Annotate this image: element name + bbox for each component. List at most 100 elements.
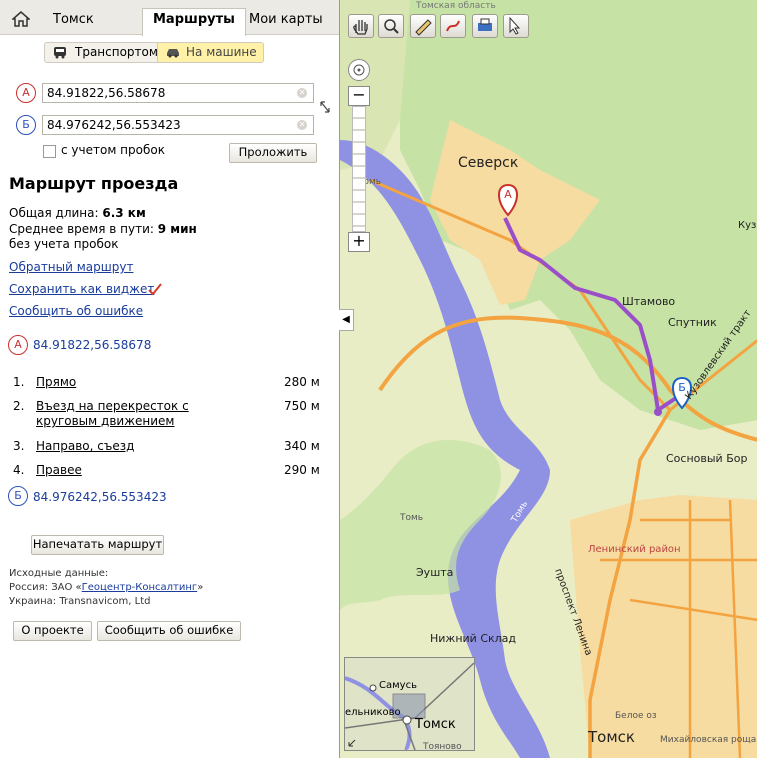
report-error-link[interactable]: Сообщить об ошибке: [9, 304, 143, 318]
car-icon: [167, 49, 179, 58]
route-step-number: 4.: [13, 463, 25, 477]
bus-icon: [54, 47, 66, 59]
route-step-number: 3.: [13, 439, 25, 453]
save-widget-link[interactable]: Сохранить как виджет: [9, 282, 154, 296]
zoom-out-button[interactable]: −: [348, 86, 370, 106]
route-step-number: 2.: [13, 399, 25, 413]
about-button[interactable]: О проекте: [13, 621, 92, 641]
route-step-text[interactable]: Направо, съезд: [36, 439, 251, 454]
clear-b-icon[interactable]: ✕: [297, 120, 307, 130]
point-b-input[interactable]: 84.976242,56.553423 ✕: [42, 115, 314, 135]
source-ukraine: Украина: Transnavicom, Ltd: [9, 596, 151, 607]
point-a-input[interactable]: 84.91822,56.58678 ✕: [42, 83, 314, 103]
mode-car-button[interactable]: На машине: [157, 43, 263, 62]
collapse-panel-button[interactable]: ◀: [339, 309, 354, 331]
tab-routes[interactable]: Маршруты: [142, 8, 246, 36]
zoom-slider[interactable]: [352, 106, 366, 232]
route-step-number: 1.: [13, 375, 25, 389]
home-icon[interactable]: [12, 11, 30, 27]
magnifier-icon: [384, 19, 399, 34]
mode-car-label: На машине: [186, 45, 257, 59]
point-a-value: 84.91822,56.58678: [47, 86, 166, 100]
point-a-marker: А: [16, 83, 36, 103]
route-title: Маршрут проезда: [9, 174, 179, 193]
label-nizhny-sklad: Нижний Склад: [430, 632, 516, 645]
label-kuzo: Кузо: [738, 220, 757, 231]
zoom-in-button[interactable]: +: [348, 232, 370, 252]
ruler-icon: [415, 19, 432, 36]
point-b-value: 84.976242,56.553423: [47, 118, 181, 132]
label-shtamovo: Штамово: [622, 295, 675, 308]
traffic-checkbox[interactable]: [43, 145, 56, 158]
label-mikhailovskaya: Михайловская роща: [660, 735, 756, 745]
label-beloe-oz: Белое оз: [615, 711, 657, 721]
source-russia-suffix: »: [197, 582, 204, 593]
ruler-tool-button[interactable]: [410, 14, 436, 38]
route-end-coords[interactable]: 84.976242,56.553423: [33, 490, 167, 504]
label-tom-river: Томь: [399, 513, 423, 523]
info-cursor-button[interactable]: [503, 14, 529, 38]
minimap-samus: Самусь: [379, 680, 417, 691]
compass-icon: [353, 64, 365, 76]
traffic-label: с учетом пробок: [61, 143, 165, 157]
print-icon: [478, 18, 492, 31]
zoom-area-tool-button[interactable]: [378, 14, 404, 38]
print-tool-button[interactable]: [472, 14, 498, 38]
mode-transport-button[interactable]: Транспортом: [45, 43, 158, 62]
swap-points-icon[interactable]: [319, 100, 331, 114]
route-end-marker: Б: [8, 486, 28, 506]
clear-a-icon[interactable]: ✕: [297, 88, 307, 98]
label-sosnovy-bor: Сосновый Бор: [666, 452, 747, 465]
label-leninsky: Ленинский район: [588, 544, 681, 555]
checkmark-icon: [148, 283, 162, 295]
route-step-text[interactable]: Въезд на перекресток с круговым движение…: [36, 399, 251, 429]
map-view[interactable]: А Б Северск Штамово Спутник Сосновый Бор…: [339, 0, 757, 758]
route-step-text[interactable]: Прямо: [36, 375, 251, 390]
tab-my-maps[interactable]: Мои карты: [249, 9, 323, 34]
cursor-help-icon: [509, 16, 521, 35]
source-title: Исходные данные:: [9, 568, 109, 579]
route-length-label: Общая длина:: [9, 206, 103, 220]
build-route-button[interactable]: Проложить: [229, 143, 317, 163]
map-canvas[interactable]: А Б Северск Штамово Спутник Сосновый Бор…: [340, 0, 757, 758]
transport-mode-switch: Транспортом На машине: [44, 42, 264, 63]
route-time: Среднее время в пути: 9 мин: [9, 222, 197, 236]
label-seversk: Северск: [458, 155, 518, 171]
route-end-dot: [654, 408, 662, 416]
print-route-button[interactable]: Напечатать маршрут: [31, 535, 164, 555]
route-length-value: 6.3 км: [102, 206, 146, 220]
tab-tomsk[interactable]: Томск: [53, 9, 94, 34]
route-step-distance: 290 м: [284, 463, 320, 477]
source-russia-prefix: Россия: ЗАО «: [9, 582, 82, 593]
minimap-tomsk: Томск: [414, 717, 456, 732]
label-sputnik: Спутник: [668, 316, 717, 329]
no-traffic-note: без учета пробок: [9, 237, 119, 251]
route-start-marker: А: [8, 335, 28, 355]
route-time-label: Среднее время в пути:: [9, 222, 158, 236]
minimap-melnikovo: ельниково: [345, 707, 401, 718]
route-icon: [446, 20, 460, 32]
label-eushta: Эушта: [416, 566, 453, 579]
route-length: Общая длина: 6.3 км: [9, 206, 146, 220]
minimap[interactable]: Самусь ельниково Томск Тояново: [344, 657, 475, 751]
pan-tool-button[interactable]: [348, 14, 374, 38]
report-error-button[interactable]: Сообщить об ошибке: [97, 621, 241, 641]
route-time-value: 9 мин: [157, 222, 197, 236]
source-russia-link[interactable]: Геоцентр-Консалтинг: [82, 582, 198, 593]
tab-bar: Томск Маршруты Мои карты: [0, 0, 339, 36]
marker-a-label: А: [504, 188, 512, 201]
label-tomsk: Томск: [587, 728, 635, 746]
label-tomsk-oblast: Томская область: [415, 1, 496, 11]
route-tool-button[interactable]: [440, 14, 466, 38]
reverse-route-link[interactable]: Обратный маршрут: [9, 260, 133, 274]
minimap-canvas: Самусь ельниково Томск Тояново: [345, 658, 474, 750]
minimap-toyanovo: Тояново: [422, 742, 462, 750]
compass-button[interactable]: [348, 59, 370, 81]
route-step-distance: 750 м: [284, 399, 320, 413]
side-panel: Томск Маршруты Мои карты Транспортом На …: [0, 0, 339, 758]
route-step-text[interactable]: Правее: [36, 463, 251, 478]
mode-transport-label: Транспортом: [75, 45, 158, 59]
route-start-coords[interactable]: 84.91822,56.58678: [33, 338, 151, 352]
route-step-distance: 280 м: [284, 375, 320, 389]
point-b-marker: Б: [16, 115, 36, 135]
